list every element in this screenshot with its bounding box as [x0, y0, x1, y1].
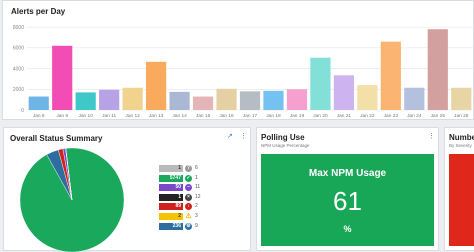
question-icon: ?	[185, 165, 192, 172]
polling-panel-subtitle: NPM Usage Percentage	[261, 143, 310, 148]
x-tick-label: Jan 23	[384, 113, 399, 119]
minus-icon: –	[185, 184, 192, 192]
bar[interactable]	[28, 96, 49, 110]
bar[interactable]	[380, 41, 401, 111]
x-tick-label: Jan 10	[78, 113, 93, 119]
x-tick-label: Jan 18	[266, 113, 281, 119]
legend-count: 2	[159, 213, 183, 220]
alerts-per-day-panel: Alerts per Day 0 2000 4000 6000 8000 Jan 8 Jan…	[2, 0, 474, 120]
npm-usage-unit: %	[343, 224, 352, 234]
bar[interactable]	[52, 45, 73, 110]
legend-count: 1	[159, 193, 183, 201]
x-icon: ×	[185, 193, 192, 201]
legend-count: 236	[159, 222, 183, 230]
more-icon[interactable]: ⋮	[240, 133, 247, 140]
legend-row[interactable]: 1 × 12	[159, 193, 249, 202]
y-tick-label: 4000	[13, 66, 24, 72]
legend-row[interactable]: 1? 6	[159, 165, 249, 173]
bar[interactable]	[192, 96, 214, 110]
y-tick-label: 0	[21, 108, 24, 114]
bar[interactable]	[427, 29, 448, 110]
check-icon: ✓	[185, 174, 192, 182]
legend-number: 3	[195, 213, 198, 219]
alerts-bar-chart: 0 2000 4000 6000 8000 Jan 8 Jan 9 Jan 10 Jan 11 J…	[13, 25, 473, 119]
legend-count: 1	[159, 165, 183, 172]
x-tick-label: Jan 17	[243, 113, 258, 119]
bar[interactable]	[333, 75, 354, 110]
y-tick-label: 2000	[13, 87, 24, 93]
legend-row[interactable]: 50–11	[159, 184, 249, 192]
bar[interactable]	[75, 92, 96, 110]
npm-usage-title: Max NPM Usage	[308, 168, 387, 179]
legend-row[interactable]: 5747 ✓ 1	[159, 174, 249, 183]
legend-number: 2	[195, 203, 198, 210]
number-by-severity-panel: Numbe By Severity	[444, 127, 474, 251]
bar[interactable]	[99, 89, 120, 110]
x-tick-label: Jan 14	[172, 113, 187, 119]
y-tick-label: 6000	[13, 46, 24, 52]
bar[interactable]	[404, 87, 425, 110]
legend-number: 1	[195, 174, 198, 181]
x-tick-label: Jan 25	[431, 113, 446, 119]
legend-count: 89	[159, 203, 183, 211]
legend-number: 6	[195, 165, 198, 171]
polling-panel-title: Polling Use	[261, 133, 305, 142]
npm-usage-tile[interactable]: Max NPM Usage 61 %	[261, 154, 434, 246]
legend-row[interactable]: 236 ⚙ 9	[159, 222, 249, 231]
more-icon[interactable]: ⋮	[428, 133, 435, 140]
polling-use-panel: Polling Use NPM Usage Percentage ⋮ Max N…	[256, 127, 439, 251]
bar[interactable]	[146, 61, 167, 110]
x-tick-label: Jan 26	[454, 113, 469, 119]
warning-icon: ⚠	[185, 213, 192, 220]
x-tick-label: Jan 9	[56, 113, 68, 119]
bar[interactable]	[216, 88, 237, 110]
bar[interactable]	[451, 87, 472, 110]
severity-tile[interactable]	[449, 154, 474, 246]
bar[interactable]	[357, 85, 378, 110]
numbe-panel-title: Numbe	[449, 133, 474, 142]
bar[interactable]	[310, 57, 331, 110]
legend-row[interactable]: 2 ⚠ 3	[159, 213, 249, 221]
x-tick-label: Jan 12	[125, 113, 140, 119]
bar[interactable]	[239, 91, 261, 110]
external-link-icon[interactable]: ↗	[227, 133, 233, 140]
numbe-panel-subtitle: By Severity	[449, 143, 472, 148]
legend-number: 9	[195, 222, 198, 229]
x-tick-label: Jan 21	[337, 113, 352, 119]
x-tick-label: Jan 22	[360, 113, 375, 119]
y-tick-label: 8000	[13, 25, 24, 31]
x-tick-label: Jan 8	[33, 113, 45, 119]
gear-icon: ⚙	[185, 222, 192, 230]
x-tick-label: Jan 24	[407, 113, 422, 119]
x-tick-label: Jan 20	[313, 113, 328, 119]
x-tick-label: Jan 11	[102, 113, 116, 119]
bar[interactable]	[122, 87, 143, 110]
x-tick-label: Jan 13	[149, 113, 164, 119]
overall-status-summary-panel: Overall Status Summary ↗ ⋮ 1? 6 5747 ✓ 1 50–1…	[3, 127, 251, 252]
status-pie-chart	[19, 147, 125, 252]
x-tick-label: Jan 15	[196, 113, 211, 119]
x-tick-label: Jan 19	[290, 113, 305, 119]
legend-count: 50	[159, 184, 183, 192]
legend-count: 5747	[159, 174, 183, 182]
legend-number: 12	[195, 193, 201, 200]
legend-number: 11	[195, 184, 201, 191]
down-icon: ↓	[185, 203, 192, 211]
npm-usage-value: 61	[333, 186, 362, 216]
legend-row[interactable]: 89 ↓ 2	[159, 203, 249, 211]
bar[interactable]	[263, 90, 284, 110]
x-tick-label: Jan 16	[219, 113, 234, 119]
bar[interactable]	[286, 89, 308, 110]
bar[interactable]	[169, 91, 190, 110]
